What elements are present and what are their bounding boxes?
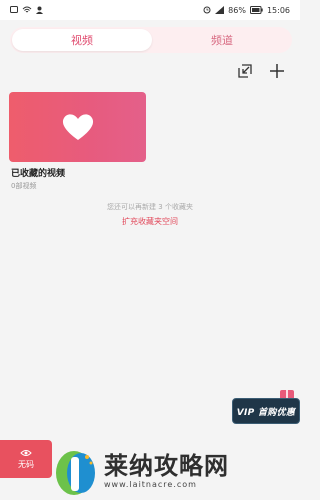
eye-icon [20, 449, 32, 456]
heart-icon [62, 114, 93, 140]
import-icon [238, 64, 252, 78]
watermark-logo [56, 451, 95, 495]
remaining-folders-hint: 您还可以再新建 3 个收藏夹 [107, 203, 193, 211]
nocode-button[interactable]: 无码 [0, 440, 52, 478]
person-icon [36, 6, 43, 14]
expand-favorites-link[interactable]: 扩充收藏夹空间 [0, 216, 300, 227]
alarm-icon [203, 6, 211, 14]
import-button[interactable] [236, 62, 254, 80]
vip-label: VIP 首购优惠 [232, 398, 300, 424]
watermark-title: 莱纳攻略网 [104, 451, 229, 480]
watermark-text: 莱纳攻略网 www.laitnacre.com [104, 452, 229, 489]
status-bar: 86% 15:06 [0, 0, 300, 20]
battery-icon [249, 6, 263, 14]
watermark-url: www.laitnacre.com [104, 479, 197, 489]
status-left [10, 6, 43, 14]
favorites-count: 0部视频 [11, 182, 37, 190]
nocode-label: 无码 [18, 459, 34, 469]
add-button[interactable] [268, 62, 286, 80]
battery-percent: 86% [228, 5, 246, 15]
favorites-card[interactable] [9, 92, 146, 162]
tab-bar: 视频 频道 [10, 27, 292, 53]
clock: 15:06 [266, 5, 290, 15]
signal-icon [215, 6, 225, 14]
vip-first-purchase-banner[interactable]: VIP 首购优惠 [232, 390, 300, 424]
message-icon [10, 6, 18, 13]
tab-videos[interactable]: 视频 [12, 29, 152, 51]
favorites-title[interactable]: 已收藏的视频 [11, 166, 65, 179]
wifi-icon [22, 6, 32, 13]
toolbar [236, 62, 286, 80]
tab-channels[interactable]: 频道 [152, 27, 292, 53]
watermark: 莱纳攻略网 www.laitnacre.com [52, 440, 300, 500]
plus-icon [270, 64, 284, 78]
status-right: 86% 15:06 [203, 6, 290, 15]
